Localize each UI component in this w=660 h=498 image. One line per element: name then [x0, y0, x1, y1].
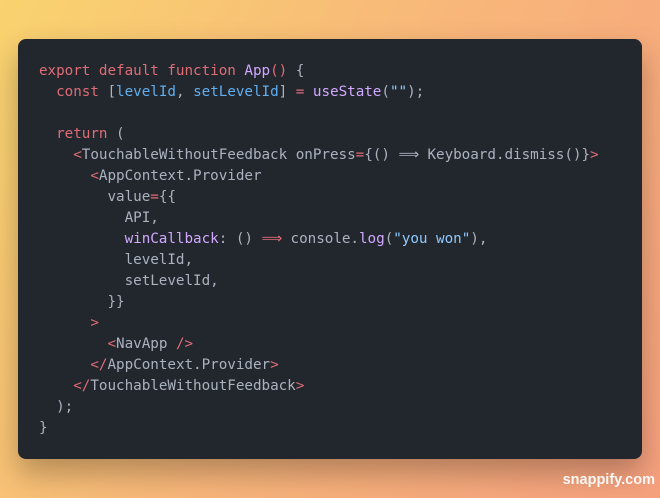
code-token: <	[73, 147, 82, 163]
code-token: ⟹	[398, 147, 419, 163]
code-token: export default function	[39, 63, 245, 79]
code-token: }	[39, 420, 48, 436]
code-line: return (	[39, 124, 634, 145]
code-line: const [levelId, setLevelId] = useState("…	[39, 82, 634, 103]
code-token: >	[590, 147, 599, 163]
code-token: ()	[270, 63, 288, 79]
code-token: useState	[312, 84, 382, 100]
code-token: NavApp	[116, 336, 176, 352]
code-line: </AppContext.Provider>	[39, 355, 634, 376]
code-token: Keyboard.dismiss()}	[418, 147, 591, 163]
code-token: API,	[39, 210, 159, 226]
code-token: =	[355, 147, 365, 163]
code-token: winCallback	[124, 231, 219, 247]
code-token: >	[90, 315, 99, 331]
code-line: <AppContext.Provider	[39, 166, 634, 187]
code-token: TouchableWithoutFeedback	[90, 378, 296, 394]
code-line: setLevelId,	[39, 271, 634, 292]
code-token: </	[73, 378, 91, 394]
code-token: ,	[175, 84, 194, 100]
code-token: ]	[278, 84, 296, 100]
code-token: ⟹	[261, 231, 283, 247]
code-line: levelId,	[39, 250, 634, 271]
code-token: {	[287, 63, 305, 79]
code-block: export default function App() { const [l…	[39, 61, 634, 439]
code-window: export default function App() { const [l…	[18, 39, 642, 459]
code-token: {()	[364, 147, 399, 163]
code-token: =	[150, 189, 159, 205]
code-token: ""	[389, 84, 408, 100]
watermark-label: snappify.com	[562, 472, 655, 488]
code-token: );	[39, 399, 74, 415]
code-line: </TouchableWithoutFeedback>	[39, 376, 634, 397]
code-token: value	[107, 189, 151, 205]
code-token: App	[244, 63, 271, 79]
code-token: TouchableWithoutFeedback onPress	[81, 147, 356, 163]
code-token: levelId,	[39, 252, 194, 268]
code-token: const	[56, 84, 108, 100]
code-token: >	[295, 378, 305, 394]
code-token: >	[270, 357, 279, 373]
code-token: (	[107, 126, 125, 142]
code-token: </	[90, 357, 108, 373]
code-line: value={{	[39, 187, 634, 208]
code-token: (	[384, 231, 394, 247]
code-token: <	[90, 168, 99, 184]
code-token: : ()	[218, 231, 262, 247]
code-token: ),	[470, 231, 488, 247]
code-line: export default function App() {	[39, 61, 634, 82]
code-token: (	[381, 84, 390, 100]
code-token: [	[107, 84, 117, 100]
code-token: <	[107, 336, 117, 352]
code-token: {{	[158, 189, 176, 205]
code-line: }}	[39, 292, 634, 313]
code-token: );	[407, 84, 425, 100]
code-token: console.	[281, 231, 360, 247]
code-line: }	[39, 418, 634, 439]
code-line: <NavApp />	[39, 334, 634, 355]
code-line: API,	[39, 208, 634, 229]
code-token: setLevelId	[193, 84, 279, 100]
code-token: levelId	[116, 84, 176, 100]
code-token: log	[359, 231, 385, 247]
code-token: setLevelId,	[39, 273, 219, 289]
code-line: );	[39, 397, 634, 418]
code-token: AppContext.Provider	[98, 168, 262, 184]
code-line: <TouchableWithoutFeedback onPress={() ⟹ …	[39, 145, 634, 166]
code-token: "you won"	[393, 231, 471, 247]
code-token: }}	[39, 294, 125, 310]
code-line: winCallback: () ⟹ console.log("you won")…	[39, 229, 634, 250]
code-token: />	[175, 336, 194, 352]
code-line: >	[39, 313, 634, 334]
code-token: return	[56, 126, 108, 142]
code-token: AppContext.Provider	[107, 357, 271, 373]
